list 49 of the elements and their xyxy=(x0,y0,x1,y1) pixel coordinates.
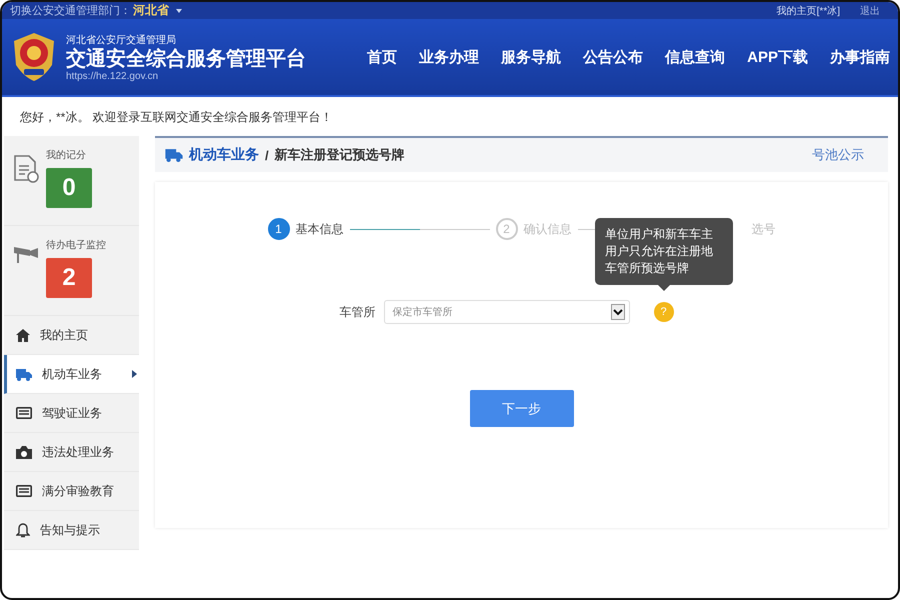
tooltip: 单位用户和新车车主用户只允许在注册地车管所预选号牌 xyxy=(595,218,733,285)
sidebar-item[interactable]: 告知与提示 xyxy=(4,511,139,550)
nav-link[interactable]: 办事指南 xyxy=(830,48,890,66)
nav-link[interactable]: 公告公布 xyxy=(583,48,644,66)
bell-icon xyxy=(16,522,30,538)
step-label: 选号 xyxy=(752,220,776,238)
card-icon xyxy=(16,407,32,419)
site-url: https://he.122.gov.cn xyxy=(66,70,160,82)
breadcrumb-link[interactable]: 机动车业务 xyxy=(189,146,259,164)
nav-link[interactable]: 服务导航 xyxy=(501,48,562,66)
step-number: 1 xyxy=(268,218,290,240)
camera-icon xyxy=(12,244,40,264)
truck-icon xyxy=(16,368,32,380)
sidebar-item[interactable]: 违法处理业务 xyxy=(4,433,139,472)
organization-name: 河北省公安厅交通管理局 xyxy=(66,34,177,46)
sidebar-item[interactable]: 机动车业务 xyxy=(4,355,139,394)
step-label: 确认信息 xyxy=(524,220,572,238)
logout-link[interactable]: 退出 xyxy=(860,4,880,18)
card-icon xyxy=(16,485,32,497)
my-home-link[interactable]: 我的主页[**冰] xyxy=(776,4,840,18)
stat-count[interactable]: 0 xyxy=(46,168,92,208)
dropdown-caret-icon[interactable] xyxy=(176,8,182,12)
nav-link[interactable]: APP下载 xyxy=(747,48,808,66)
field-label: 车管所 xyxy=(340,304,376,320)
dropdown-chevron-icon xyxy=(610,304,624,320)
arrow-right-icon xyxy=(132,370,137,378)
platform-title: 交通安全综合服务管理平台 xyxy=(66,46,306,70)
breadcrumb-current: 新车注册登记预选号牌 xyxy=(274,146,405,164)
sidebar-item[interactable]: 驾驶证业务 xyxy=(4,394,139,433)
province-link[interactable]: 河北省 xyxy=(133,2,169,19)
camera-icon xyxy=(16,446,32,458)
document-icon xyxy=(12,154,40,184)
tooltip-pointer-icon xyxy=(658,285,670,291)
department-switch-label: 切换公安交通管理部门： xyxy=(10,4,131,18)
stat-label: 我的记分 xyxy=(46,148,87,162)
office-select[interactable]: 保定市车管所 xyxy=(384,300,630,324)
step-number: 2 xyxy=(496,218,518,240)
sidebar-item[interactable]: 满分审验教育 xyxy=(4,472,139,511)
step-label: 基本信息 xyxy=(296,220,344,238)
nav-link[interactable]: 业务办理 xyxy=(419,48,480,66)
stat-count[interactable]: 2 xyxy=(46,258,92,298)
welcome-message: 您好，**冰。 欢迎登录互联网交通安全综合服务管理平台！ xyxy=(19,109,334,126)
home-icon xyxy=(16,328,30,342)
breadcrumb-separator: / xyxy=(265,148,269,162)
stat-label: 待办电子监控 xyxy=(46,238,106,252)
number-pool-link[interactable]: 号池公示 xyxy=(812,146,864,164)
nav-link[interactable]: 首页 xyxy=(367,48,398,66)
truck-icon xyxy=(165,148,183,162)
nav-link[interactable]: 信息查询 xyxy=(665,48,726,66)
